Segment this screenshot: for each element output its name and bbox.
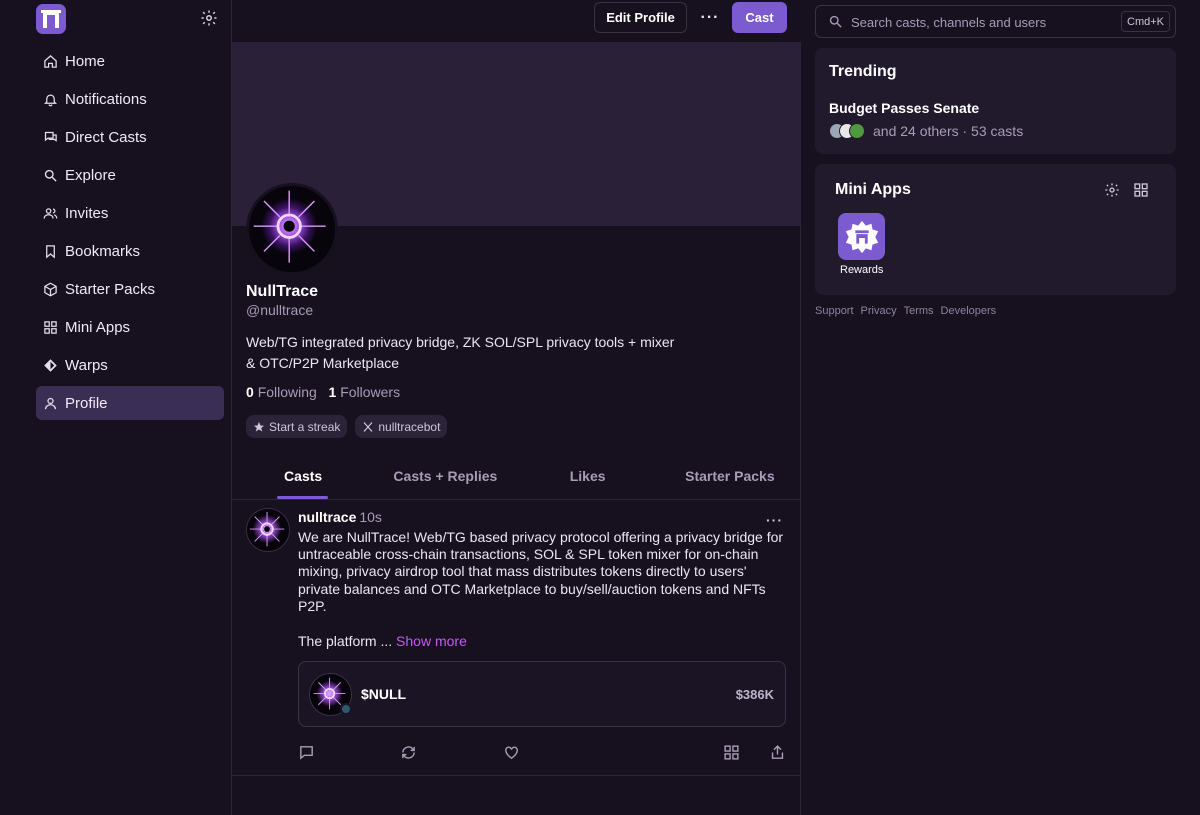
cast-author-avatar[interactable] bbox=[246, 508, 290, 552]
like-icon[interactable] bbox=[503, 744, 521, 762]
home-icon bbox=[42, 53, 58, 69]
left-sidebar: Home Notifications Direct Casts Explore … bbox=[0, 0, 232, 815]
cast-text: We are NullTrace! Web/TG based privacy p… bbox=[298, 529, 784, 614]
diamond-icon bbox=[42, 357, 58, 373]
search-shortcut: Cmd+K bbox=[1121, 11, 1170, 32]
profile-chips: Start a streak nulltracebot bbox=[246, 415, 448, 438]
rewards-app-icon[interactable] bbox=[838, 213, 885, 260]
tab-starter-packs[interactable]: Starter Packs bbox=[659, 452, 801, 499]
grid-icon bbox=[42, 319, 58, 335]
show-more-link[interactable]: Show more bbox=[396, 633, 467, 649]
rewards-app-label: Rewards bbox=[840, 264, 884, 276]
footer-links: Support Privacy Terms Developers bbox=[815, 305, 996, 317]
search-placeholder: Search casts, channels and users bbox=[851, 15, 1047, 30]
token-embed[interactable]: $NULL $386K bbox=[298, 661, 786, 727]
gear-icon[interactable] bbox=[1104, 182, 1120, 198]
profile-bio: Web/TG integrated privacy bridge, ZK SOL… bbox=[246, 334, 675, 371]
cast-actions bbox=[232, 744, 801, 764]
x-account-chip[interactable]: nulltracebot bbox=[355, 415, 448, 438]
sidebar-nav: Home Notifications Direct Casts Explore … bbox=[36, 44, 224, 424]
mini-apps-title: Mini Apps bbox=[835, 181, 911, 198]
sidebar-item-explore[interactable]: Explore bbox=[36, 158, 224, 192]
sidebar-item-direct-casts[interactable]: Direct Casts bbox=[36, 120, 224, 154]
privacy-link[interactable]: Privacy bbox=[861, 305, 897, 317]
trending-title: Trending bbox=[829, 63, 897, 80]
chain-badge-icon bbox=[340, 703, 352, 715]
token-market-cap: $386K bbox=[735, 687, 774, 702]
farcaster-logo-icon[interactable] bbox=[36, 4, 66, 34]
start-streak-chip[interactable]: Start a streak bbox=[246, 415, 348, 438]
gear-icon[interactable] bbox=[200, 9, 218, 27]
sidebar-item-home[interactable]: Home bbox=[36, 44, 224, 78]
profile-topbar: Edit Profile ··· Cast bbox=[232, 0, 801, 42]
developers-link[interactable]: Developers bbox=[941, 305, 997, 317]
user-icon bbox=[42, 395, 58, 411]
tab-casts-replies[interactable]: Casts + Replies bbox=[374, 452, 516, 499]
users-icon bbox=[42, 205, 58, 221]
sidebar-item-label: Invites bbox=[65, 204, 109, 222]
cast-button[interactable]: Cast bbox=[732, 2, 787, 33]
sidebar-item-label: Bookmarks bbox=[65, 242, 141, 260]
trending-card: Trending Budget Passes Senate and 24 oth… bbox=[815, 48, 1176, 154]
chat-bubbles-icon bbox=[42, 129, 58, 145]
profile-name: NullTrace bbox=[246, 283, 319, 300]
more-options-button[interactable]: ··· bbox=[698, 6, 722, 30]
sidebar-item-invites[interactable]: Invites bbox=[36, 196, 224, 230]
cast-time: 10s bbox=[359, 509, 382, 525]
mini-apps-card: Mini Apps Rewards bbox=[815, 164, 1176, 295]
edit-profile-button[interactable]: Edit Profile bbox=[594, 2, 687, 33]
following-link[interactable]: 0 Following bbox=[246, 384, 317, 400]
sidebar-item-profile[interactable]: Profile bbox=[36, 386, 224, 420]
bookmark-icon bbox=[42, 243, 58, 259]
star-icon bbox=[254, 421, 264, 431]
sidebar-item-notifications[interactable]: Notifications bbox=[36, 82, 224, 116]
bell-icon bbox=[42, 91, 58, 107]
sidebar-item-starter-packs[interactable]: Starter Packs bbox=[36, 272, 224, 306]
sidebar-item-bookmarks[interactable]: Bookmarks bbox=[36, 234, 224, 268]
search-icon bbox=[828, 14, 843, 29]
recast-icon[interactable] bbox=[400, 744, 418, 762]
sidebar-item-label: Notifications bbox=[65, 90, 147, 108]
sidebar-item-label: Explore bbox=[65, 166, 116, 184]
package-icon bbox=[42, 281, 58, 297]
sidebar-item-label: Home bbox=[65, 52, 106, 70]
cast-item[interactable]: nulltrace 10s ··· We are NullTrace! Web/T… bbox=[232, 500, 801, 776]
sidebar-item-mini-apps[interactable]: Mini Apps bbox=[36, 310, 224, 344]
sidebar-item-label: Warps bbox=[65, 356, 108, 374]
sidebar-item-label: Starter Packs bbox=[65, 280, 156, 298]
search-icon bbox=[42, 167, 58, 183]
tab-likes[interactable]: Likes bbox=[517, 452, 659, 499]
sidebar-item-label: Mini Apps bbox=[65, 318, 131, 336]
follow-stats: 0 Following 1 Followers bbox=[246, 384, 400, 400]
profile-avatar[interactable] bbox=[246, 183, 338, 275]
trending-avatars bbox=[829, 123, 865, 139]
x-logo-icon bbox=[363, 421, 373, 432]
cast-more-button[interactable]: ··· bbox=[766, 512, 783, 528]
sidebar-item-label: Direct Casts bbox=[65, 128, 147, 146]
reply-icon[interactable] bbox=[298, 744, 316, 762]
search-input[interactable]: Search casts, channels and users Cmd+K bbox=[815, 5, 1176, 38]
sidebar-item-warps[interactable]: Warps bbox=[36, 348, 224, 382]
mini-app-grid-icon[interactable] bbox=[723, 744, 741, 762]
token-name: $NULL bbox=[361, 686, 407, 702]
grid-icon[interactable] bbox=[1133, 182, 1149, 198]
cast-header: nulltrace 10s bbox=[298, 509, 382, 525]
cast-author[interactable]: nulltrace bbox=[298, 509, 356, 525]
share-icon[interactable] bbox=[769, 744, 787, 762]
profile-handle: @nulltrace bbox=[246, 302, 314, 318]
support-link[interactable]: Support bbox=[815, 305, 854, 317]
cast-text-truncated: The platform ... Show more bbox=[298, 633, 467, 649]
sidebar-item-label: Profile bbox=[65, 394, 108, 412]
tab-casts[interactable]: Casts bbox=[232, 452, 374, 499]
trending-topic[interactable]: Budget Passes Senate bbox=[829, 100, 979, 116]
followers-link[interactable]: 1 Followers bbox=[329, 384, 401, 400]
trending-meta: and 24 others · 53 casts bbox=[829, 123, 1023, 139]
profile-tabs: Casts Casts + Replies Likes Starter Pack… bbox=[232, 452, 801, 500]
profile-main: Edit Profile ··· Cast NullTrace @nulltra… bbox=[232, 0, 801, 815]
avatar bbox=[849, 123, 865, 139]
terms-link[interactable]: Terms bbox=[904, 305, 934, 317]
